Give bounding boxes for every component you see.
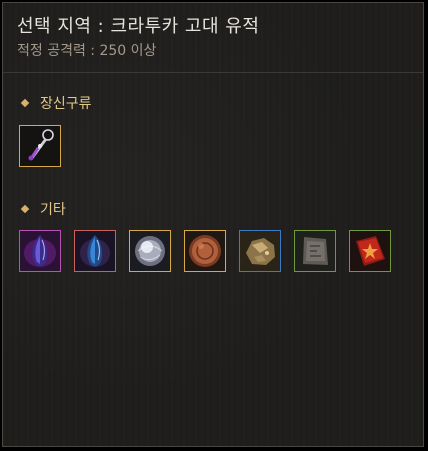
- earring-icon: [20, 126, 60, 166]
- item-slot-silver-orb[interactable]: [129, 230, 171, 272]
- silver-orb-icon: [130, 231, 170, 271]
- diamond-bullet-icon: [20, 98, 30, 108]
- red-book-icon: [350, 231, 390, 271]
- section-other-label: 기타: [40, 202, 66, 218]
- item-slot-copper-coin[interactable]: [184, 230, 226, 272]
- item-slot-red-book[interactable]: [349, 230, 391, 272]
- diamond-bullet-icon: [20, 204, 30, 214]
- item-slot-purple-crystal[interactable]: [19, 230, 61, 272]
- item-slot-ore-chunk[interactable]: [239, 230, 281, 272]
- panel-header: 선택 지역 : 크라투카 고대 유적 적정 공격력 : 250 이상: [3, 3, 423, 73]
- item-slot-stone-tablet[interactable]: [294, 230, 336, 272]
- item-slot-blue-crystal[interactable]: [74, 230, 116, 272]
- section-accessories-title: 장신구류: [19, 93, 92, 113]
- ore-chunk-icon: [240, 231, 280, 271]
- region-drop-panel: 선택 지역 : 크라투카 고대 유적 적정 공격력 : 250 이상 장신구류 …: [2, 2, 424, 447]
- copper-coin-icon: [185, 231, 225, 271]
- recommended-attack-power: 적정 공격력 : 250 이상: [17, 43, 157, 59]
- item-slot-earring[interactable]: [19, 125, 61, 167]
- section-other-title: 기타: [19, 199, 66, 219]
- purple-crystal-icon: [20, 231, 60, 271]
- region-title: 선택 지역 : 크라투카 고대 유적: [17, 16, 260, 37]
- section-accessories-label: 장신구류: [40, 96, 92, 112]
- stone-tablet-icon: [295, 231, 335, 271]
- blue-crystal-icon: [75, 231, 115, 271]
